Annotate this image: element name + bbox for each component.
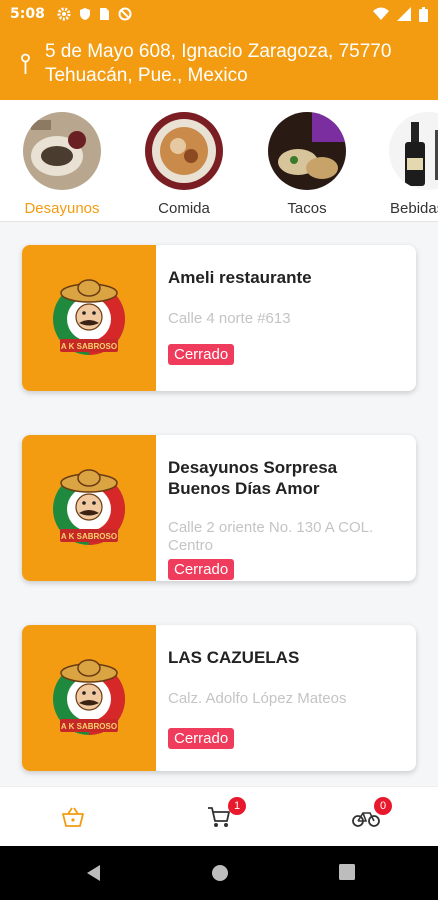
category-label: Tacos [287, 200, 327, 217]
restaurant-name: Ameli restaurante [168, 268, 312, 287]
restaurant-logo: A K SABROSO [22, 435, 156, 581]
category-bebidas[interactable]: Bebidas [378, 112, 438, 217]
location-header[interactable]: 5 de Mayo 608, Ignacio Zaragoza, 75770 T… [0, 28, 438, 100]
delivery-count-badge: 0 [374, 797, 392, 815]
category-desayunos[interactable]: Desayunos [12, 112, 112, 217]
home-icon[interactable] [210, 863, 230, 883]
restaurant-card[interactable]: A K SABROSO Ameli restaurante Calle 4 no… [22, 245, 416, 391]
basket-icon [62, 807, 84, 827]
shield-icon [79, 8, 90, 20]
category-image-desayunos [23, 112, 101, 190]
category-comida[interactable]: Comida [134, 112, 234, 217]
restaurant-logo: A K SABROSO [22, 245, 156, 391]
delivery-address: 5 de Mayo 608, Ignacio Zaragoza, 75770 T… [44, 41, 392, 86]
category-image-comida [145, 112, 223, 190]
category-label: Bebidas [390, 200, 438, 217]
category-image-bebidas [389, 112, 438, 190]
restaurant-name: LAS CAZUELAS [168, 648, 300, 667]
status-bar: 5:08 [0, 0, 438, 28]
back-icon[interactable] [84, 863, 102, 883]
restaurant-name: Desayunos Sorpresa Buenos Días Amor [168, 458, 338, 498]
restaurant-address: Calle 4 norte #613 [168, 310, 291, 327]
restaurant-logo: A K SABROSO [22, 625, 156, 771]
status-badge: Cerrado [168, 728, 235, 749]
nav-delivery-button[interactable]: 0 [352, 797, 392, 831]
system-navigation-bar [0, 846, 438, 900]
restaurant-card[interactable]: A K SABROSO LAS CAZUELAS Calz. Adolfo Ló… [22, 625, 416, 771]
bottom-navigation: 1 0 [0, 786, 438, 846]
restaurant-address: Calz. Adolfo López Mateos [168, 690, 347, 707]
signal-icon [397, 7, 411, 21]
category-label: Comida [158, 200, 210, 217]
wifi-icon [373, 7, 389, 20]
status-badge: Cerrado [168, 344, 235, 365]
category-image-tacos [268, 112, 346, 190]
sim-card-icon [99, 8, 109, 20]
location-pin-icon [21, 53, 30, 74]
category-strip[interactable]: Desayunos Comida Tacos Bebida [0, 100, 438, 222]
logo-text: A K SABROSO [61, 532, 117, 541]
no-disturb-icon [118, 7, 132, 21]
cart-count-badge: 1 [228, 797, 246, 815]
category-label: Desayunos [24, 200, 100, 217]
category-tacos[interactable]: Tacos [257, 112, 357, 217]
status-time: 5:08 [10, 6, 45, 22]
battery-icon [419, 6, 428, 22]
recents-icon[interactable] [338, 863, 356, 881]
nav-cart-button[interactable]: 1 [206, 797, 246, 831]
logo-text: A K SABROSO [61, 722, 117, 731]
logo-text: A K SABROSO [61, 342, 117, 351]
settings-icon [57, 7, 71, 21]
status-badge: Cerrado [168, 559, 235, 580]
restaurant-address: Calle 2 oriente No. 130 A COL. Centro [168, 519, 374, 554]
nav-store-button[interactable] [60, 805, 90, 831]
restaurant-card[interactable]: A K SABROSO Desayunos Sorpresa Buenos Dí… [22, 435, 416, 581]
